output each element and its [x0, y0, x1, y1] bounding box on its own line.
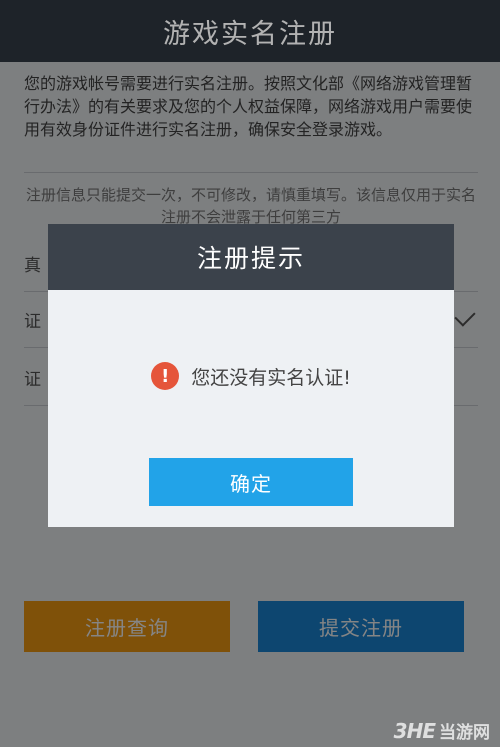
watermark: 3HE 当游网: [393, 718, 490, 744]
dialog-title: 注册提示: [48, 224, 454, 290]
header-dim: [0, 0, 500, 62]
dialog-message-row: ! 您还没有实名认证!: [48, 362, 454, 390]
confirm-button[interactable]: 确定: [149, 458, 353, 506]
register-dialog: 注册提示 ! 您还没有实名认证! 确定: [48, 224, 454, 527]
watermark-logo: 3HE: [393, 718, 436, 743]
watermark-text: 当游网: [439, 723, 490, 743]
dialog-message: 您还没有实名认证!: [191, 366, 351, 389]
warning-icon: !: [151, 362, 180, 390]
